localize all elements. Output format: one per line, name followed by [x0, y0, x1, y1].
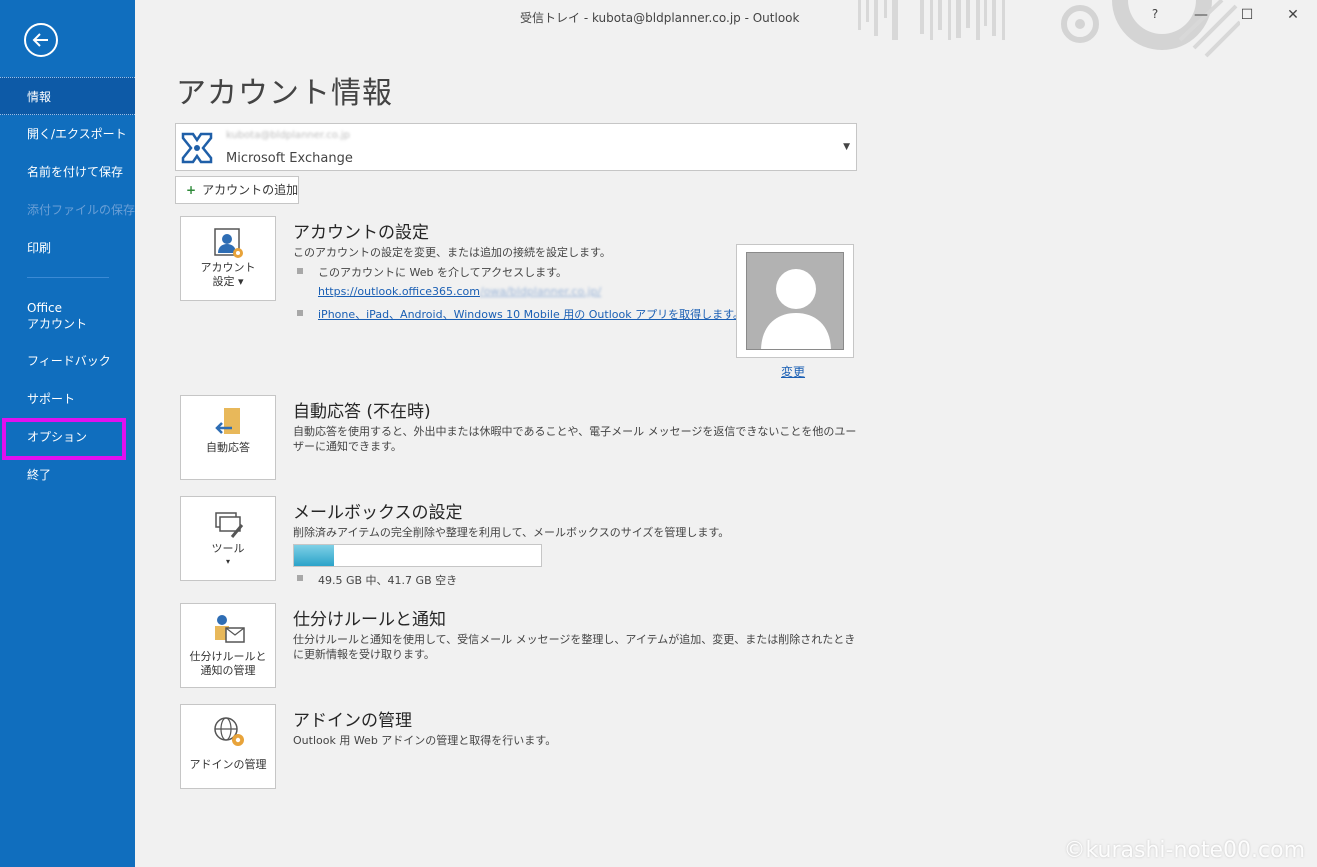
mailbox-usage-text: 49.5 GB 中、41.7 GB 空き — [318, 574, 458, 587]
addins-title: アドインの管理 — [293, 711, 412, 731]
sidebar-item-save-as[interactable]: 名前を付けて保存 — [0, 164, 135, 180]
account-selector[interactable]: kubota@bldplanner.co.jp Microsoft Exchan… — [175, 123, 857, 171]
add-account-label: アカウントの追加 — [202, 183, 299, 197]
rules-desc: 仕分けルールと通知を使用して、受信メール メッセージを整理し、アイテムが追加、変… — [293, 633, 856, 661]
sidebar-item-print[interactable]: 印刷 — [0, 240, 135, 256]
backstage-sidebar: 情報 開く/エクスポート 名前を付けて保存 添付ファイルの保存 印刷 Offic… — [0, 0, 135, 867]
profile-photo-frame — [736, 244, 854, 358]
mailbox-desc: 削除済みアイテムの完全削除や整理を利用して、メールボックスのサイズを管理します。 — [293, 526, 730, 539]
web-access-text: このアカウントに Web を介してアクセスします。 — [318, 266, 567, 279]
back-arrow-icon[interactable] — [24, 23, 58, 57]
bullet-icon — [297, 310, 303, 316]
person-silhouette-icon — [761, 269, 831, 349]
auto-reply-tile-label: 自動応答 — [206, 441, 250, 454]
owa-link-row: https://outlook.office365.com/owa/bldpla… — [318, 285, 601, 298]
account-settings-title: アカウントの設定 — [293, 223, 429, 243]
mailbox-usage-fill — [294, 545, 334, 566]
mailbox-usage-bar — [293, 544, 542, 567]
account-settings-tile-label-2: 設定 ▾ — [212, 275, 244, 288]
owa-link[interactable]: https://outlook.office365.com — [318, 285, 480, 298]
help-icon[interactable]: ? — [1145, 7, 1165, 21]
rules-tile[interactable]: 仕分けルールと 通知の管理 — [180, 603, 276, 688]
sidebar-item-feedback[interactable]: フィードバック — [0, 353, 135, 369]
sidebar-item-save-attachments: 添付ファイルの保存 — [27, 203, 136, 217]
add-account-button[interactable]: + アカウントの追加 — [175, 176, 299, 204]
close-icon[interactable]: ✕ — [1283, 7, 1303, 23]
account-email: kubota@bldplanner.co.jp — [226, 130, 351, 141]
mailbox-tools-tile-label-2: ▾ — [225, 557, 230, 566]
rules-tile-label-1: 仕分けルールと — [189, 650, 267, 663]
rules-tile-label-2: 通知の管理 — [200, 664, 256, 677]
options-highlight-box — [2, 418, 126, 460]
rules-title: 仕分けルールと通知 — [293, 610, 446, 630]
header-decoration — [858, 0, 1240, 58]
globe-gear-icon — [214, 717, 244, 746]
account-settings-tile-label-1: アカウント — [200, 261, 256, 274]
account-settings-icon — [214, 228, 243, 258]
sidebar-item-support[interactable]: サポート — [0, 391, 135, 407]
mobile-app-link-row: iPhone、iPad、Android、Windows 10 Mobile 用の… — [318, 306, 744, 322]
plus-icon: + — [186, 183, 197, 197]
avatar — [746, 252, 844, 350]
addins-tile[interactable]: アドインの管理 — [180, 704, 276, 789]
mailbox-tools-tile-label-1: ツール — [211, 542, 245, 555]
watermark: ©kurashi-note00.com — [1063, 838, 1305, 863]
sidebar-item-office-account[interactable]: Office アカウント — [0, 300, 135, 332]
account-settings-tile[interactable]: アカウント 設定 ▾ — [180, 216, 276, 301]
mailbox-title: メールボックスの設定 — [293, 503, 463, 523]
addins-desc: Outlook 用 Web アドインの管理と取得を行います。 — [293, 734, 557, 747]
addins-tile-label: アドインの管理 — [189, 758, 267, 771]
bullet-icon — [297, 268, 303, 274]
mobile-app-link[interactable]: iPhone、iPad、Android、Windows 10 Mobile 用の… — [318, 308, 744, 321]
account-type: Microsoft Exchange — [226, 151, 353, 166]
sidebar-divider — [27, 277, 109, 278]
sidebar-item-info[interactable]: 情報 — [0, 77, 135, 115]
maximize-icon[interactable]: ☐ — [1237, 7, 1257, 23]
auto-reply-icon — [215, 408, 240, 434]
auto-reply-tile[interactable]: 自動応答 — [180, 395, 276, 480]
owa-link-blurred[interactable]: /owa/bldplanner.co.jp/ — [480, 285, 601, 298]
sidebar-item-exit[interactable]: 終了 — [0, 467, 135, 483]
change-photo-link[interactable]: 変更 — [781, 363, 805, 380]
minimize-icon[interactable]: — — [1191, 7, 1211, 23]
rules-icon — [215, 615, 245, 643]
chevron-down-icon[interactable]: ▼ — [843, 142, 850, 152]
tools-icon — [215, 512, 244, 538]
sidebar-item-open-export[interactable]: 開く/エクスポート — [0, 126, 135, 142]
exchange-icon — [181, 132, 213, 164]
mailbox-tools-tile[interactable]: ツール ▾ — [180, 496, 276, 581]
auto-reply-desc: 自動応答を使用すると、外出中または休暇中であることや、電子メール メッセージを返… — [293, 425, 857, 453]
auto-reply-title: 自動応答 (不在時) — [293, 402, 431, 422]
window-title: 受信トレイ - kubota@bldplanner.co.jp - Outloo… — [520, 11, 800, 25]
page-title: アカウント情報 — [176, 76, 393, 111]
bullet-icon — [297, 575, 303, 581]
